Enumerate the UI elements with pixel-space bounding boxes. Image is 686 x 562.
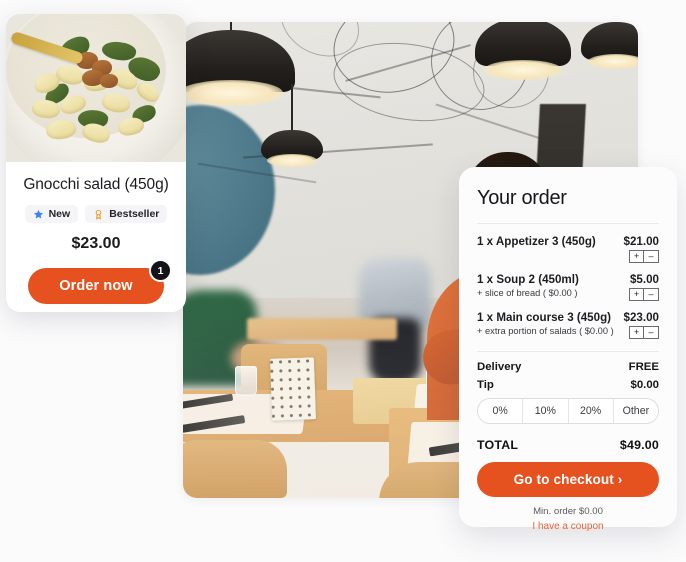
dish-badges: New Bestseller [16,205,176,223]
tip-option-0[interactable]: 0% [478,399,522,423]
divider-top [477,223,659,224]
order-item-price: $5.00 [629,273,659,286]
dish-details: Gnocchi salad (450g) New Bestseller $23.… [6,162,186,304]
pendant-lamp-3 [475,22,571,90]
increase-button[interactable]: + [629,288,644,301]
tip-option-other[interactable]: Other [612,399,658,423]
order-item-row: 1 x Soup 2 (450ml) + slice of bread ( $0… [477,273,659,301]
delivery-row: Delivery FREE [477,361,659,373]
order-item-price: $23.00 [623,311,659,324]
order-item-text: 1 x Main course 3 (450g) + extra portion… [477,311,614,336]
min-order-text: Min. order $0.00 [533,506,603,517]
order-item-right: $5.00 + – [629,273,659,301]
panel-title: Your order [477,187,567,209]
tip-option-20[interactable]: 20% [567,399,613,423]
pendant-lamp-4 [581,22,638,78]
total-label: TOTAL [477,438,519,452]
order-button-wrap: Order now 1 [16,259,176,304]
badge-new: New [24,205,79,223]
order-summary-panel: Your order 1 x Appetizer 3 (450g) $21.00… [459,167,677,532]
increase-button[interactable]: + [629,250,644,263]
order-item-2: 1 x Soup 2 (450ml) + slice of bread ( $0… [477,273,659,301]
tip-label: Tip [477,379,494,391]
walnut-4 [100,74,118,88]
dish-price: $23.00 [71,235,121,252]
tip-value: $0.00 [630,379,659,391]
order-item-name: 1 x Main course 3 (450g) [477,311,612,324]
star-icon [33,209,44,220]
order-item-row: 1 x Appetizer 3 (450g) $21.00 + – [477,235,659,263]
order-item-addon: + slice of bread ( $0.00 ) [477,288,578,299]
badge-bestseller-label: Bestseller [109,208,160,220]
tip-selector[interactable]: 0% 10% 20% Other [477,398,659,424]
order-item-3: 1 x Main course 3 (450g) + extra portion… [477,311,659,339]
total-value: $49.00 [619,438,659,452]
order-item-addon: + extra portion of salads ( $0.00 ) [477,326,614,337]
decrease-button[interactable]: – [644,250,659,263]
tip-row: Tip $0.00 [477,379,659,391]
increase-button[interactable]: + [629,326,644,339]
decrease-button[interactable]: – [644,326,659,339]
order-now-button[interactable]: Order now [28,268,164,304]
lamp-cord [230,22,232,30]
badge-bestseller: Bestseller [85,205,168,223]
lamp-cord [291,84,293,130]
order-item-name: 1 x Soup 2 (450ml) [477,273,579,286]
glass-left [235,366,257,396]
quantity-stepper[interactable]: + – [629,326,659,339]
order-item-row: 1 x Main course 3 (450g) + extra portion… [477,311,659,339]
divider-middle [477,351,659,352]
badge-new-label: New [48,208,71,220]
order-item-price: $21.00 [623,235,659,248]
quantity-stepper[interactable]: + – [629,250,659,263]
dish-title: Gnocchi salad (450g) [23,176,169,193]
decrease-button[interactable]: – [644,288,659,301]
tip-option-10[interactable]: 10% [522,399,567,423]
order-item-1: 1 x Appetizer 3 (450g) $21.00 + – [477,235,659,263]
menu-stand [269,357,317,421]
lamp-glow [267,154,317,167]
lamp-glow [484,60,562,80]
order-item-name: 1 x Appetizer 3 (450g) [477,235,596,248]
page-root: Gnocchi salad (450g) New Bestseller $23.… [0,0,686,562]
delivery-label: Delivery [477,361,522,373]
medal-icon [93,209,104,220]
lamp-glow [588,54,638,69]
quantity-stepper[interactable]: + – [629,288,659,301]
quantity-badge: 1 [149,259,172,282]
order-item-right: $23.00 + – [624,311,659,339]
delivery-value: FREE [628,361,659,373]
table-back-left [247,318,397,340]
dish-card: Gnocchi salad (450g) New Bestseller $23.… [6,14,186,312]
order-item-text: 1 x Soup 2 (450ml) + slice of bread ( $0… [477,273,579,298]
order-item-right: $21.00 + – [624,235,659,263]
dish-image [6,14,186,162]
chair-front-left [183,440,287,498]
total-row: TOTAL $49.00 [477,438,659,452]
coupon-link[interactable]: I have a coupon [477,521,659,532]
go-to-checkout-button[interactable]: Go to checkout › [477,462,659,497]
pendant-lamp-2 [260,84,324,167]
